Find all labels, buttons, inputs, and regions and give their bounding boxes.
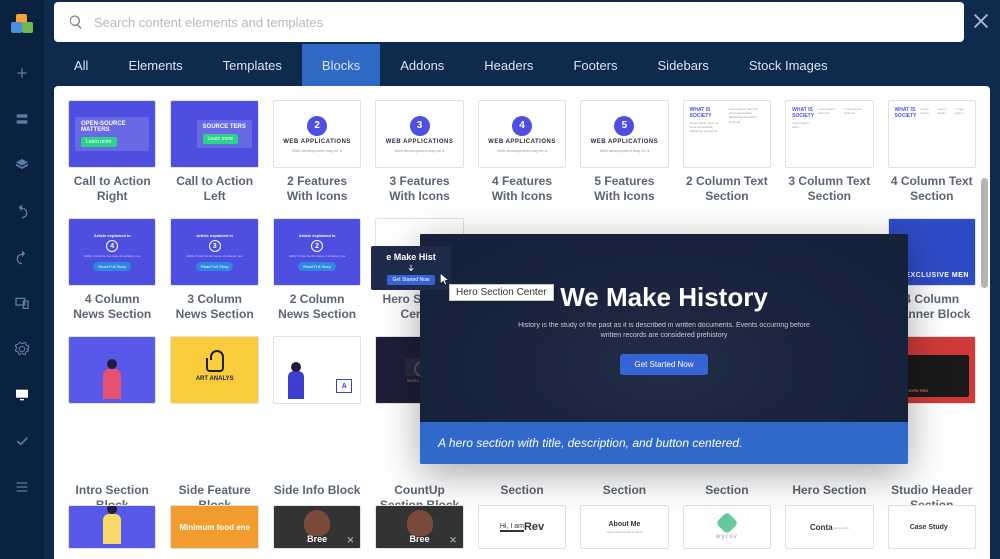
block-thumbnail: SOURCE TERSLearn more xyxy=(170,100,258,168)
block-card[interactable]: A xyxy=(273,336,361,404)
close-icon[interactable] xyxy=(970,10,992,32)
block-thumbnail: 4WEB APPLICATIONSWeb development may be … xyxy=(478,100,566,168)
block-card[interactable]: SOURCE TERSLearn more Call to Action Lef… xyxy=(170,100,258,204)
block-thumbnail xyxy=(68,336,156,404)
block-label: 2 Column Text Section xyxy=(683,174,771,204)
preview-title: We Make History xyxy=(560,282,768,313)
undo-icon[interactable] xyxy=(13,202,31,220)
block-thumbnail[interactable]: wycov xyxy=(683,505,771,549)
block-thumbnail: 3WEB APPLICATIONSWeb development may be … xyxy=(375,100,463,168)
block-card[interactable]: WHAT IS SOCIETYLorem ipsum dolor sit ame… xyxy=(683,100,771,204)
block-thumbnail[interactable]: Case Study xyxy=(888,505,976,549)
block-preview-popover: We Make History History is the study of … xyxy=(420,234,908,464)
block-thumbnail: ART ANALYS xyxy=(170,336,258,404)
search-icon xyxy=(68,14,84,30)
row-layout-icon[interactable] xyxy=(13,110,31,128)
preview-description: History is the study of the past as it i… xyxy=(514,321,814,342)
menu-icon[interactable] xyxy=(13,478,31,496)
block-thumbnail[interactable]: Bree✕ xyxy=(375,505,463,549)
tab-stock-images[interactable]: Stock Images xyxy=(729,44,848,86)
settings-icon[interactable] xyxy=(13,340,31,358)
block-label: Call to Action Left xyxy=(170,174,258,204)
block-thumbnail[interactable]: Bree✕ xyxy=(273,505,361,549)
search-input[interactable] xyxy=(94,15,950,30)
block-label: 2 Column News Section xyxy=(273,292,361,322)
block-card[interactable]: ART ANALYS xyxy=(170,336,258,404)
block-card[interactable]: Article explained in2ability. It may be … xyxy=(273,218,361,322)
block-card[interactable] xyxy=(68,336,156,404)
preview-caption: A hero section with title, description, … xyxy=(420,422,908,464)
preview-cta-button: Get Started Now xyxy=(620,354,707,375)
tab-elements[interactable]: Elements xyxy=(108,44,202,86)
block-card[interactable]: 2WEB APPLICATIONSWeb development may be … xyxy=(273,100,361,204)
main-panel: All Elements Templates Blocks Addons Hea… xyxy=(44,0,1000,559)
block-card[interactable]: 4WEB APPLICATIONSWeb development may be … xyxy=(478,100,566,204)
tab-all[interactable]: All xyxy=(54,44,108,86)
tab-addons[interactable]: Addons xyxy=(380,44,464,86)
tab-blocks[interactable]: Blocks xyxy=(302,44,380,86)
block-thumbnail: 5WEB APPLICATIONSWeb development may be … xyxy=(580,100,668,168)
block-card[interactable]: Article explained in4ability. It may be … xyxy=(68,218,156,322)
block-label: 4 Features With Icons xyxy=(478,174,566,204)
block-label: 3 Features With Icons xyxy=(375,174,463,204)
tab-headers[interactable]: Headers xyxy=(464,44,553,86)
block-thumbnail: 2WEB APPLICATIONSWeb development may be … xyxy=(273,100,361,168)
desktop-icon[interactable] xyxy=(13,386,31,404)
block-card[interactable]: WHAT IS SOCIETYLorem ipsum dolor.Lorem i… xyxy=(785,100,873,204)
block-thumbnail: OPEN-SOURCE MATTERSLearn more xyxy=(68,100,156,168)
block-label: 4 Column Text Section xyxy=(888,174,976,204)
devices-icon[interactable] xyxy=(13,294,31,312)
tab-sidebars[interactable]: Sidebars xyxy=(638,44,729,86)
block-card[interactable]: 3WEB APPLICATIONSWeb development may be … xyxy=(375,100,463,204)
add-icon[interactable] xyxy=(13,64,31,82)
block-label: 3 Column News Section xyxy=(170,292,258,322)
block-thumbnail: WHAT IS SOCIETYLorem ipsum dolor.Lorem i… xyxy=(785,100,873,168)
app-logo xyxy=(11,14,33,36)
redo-icon[interactable] xyxy=(13,248,31,266)
block-label: 5 Features With Icons xyxy=(580,174,668,204)
scrollbar[interactable] xyxy=(981,178,988,288)
row4: Minimum food ene Bree✕ Bree✕ Hi, I amRev… xyxy=(68,505,976,549)
block-label: Call to Action Right xyxy=(68,174,156,204)
tab-footers[interactable]: Footers xyxy=(553,44,637,86)
preview-hero: We Make History History is the study of … xyxy=(420,234,908,422)
block-thumbnail: WHAT IS SOCIETYLorem ipsum dolor sit ame… xyxy=(683,100,771,168)
block-label: 3 Column Text Section xyxy=(785,174,873,204)
block-thumbnail[interactable] xyxy=(68,505,156,549)
layers-icon[interactable] xyxy=(13,156,31,174)
check-icon[interactable] xyxy=(13,432,31,450)
block-thumbnail[interactable]: Hi, I amRev xyxy=(478,505,566,549)
block-label: 4 Column News Section xyxy=(68,292,156,322)
block-card[interactable]: WHAT IS SOCIETYLorem ipsum.Lorem ipsum.L… xyxy=(888,100,976,204)
block-thumbnail[interactable]: About MeLorem ipsum dolor sit amet xyxy=(580,505,668,549)
block-label: 2 Features With Icons xyxy=(273,174,361,204)
block-thumbnail: Article explained in3ability. It may be … xyxy=(170,218,258,286)
block-thumbnail: Article explained in2ability. It may be … xyxy=(273,218,361,286)
left-sidebar xyxy=(0,0,44,559)
block-thumbnail[interactable]: ContaGet in touch xyxy=(785,505,873,549)
category-tabs: All Elements Templates Blocks Addons Hea… xyxy=(44,44,1000,86)
hover-tooltip: Hero Section Center xyxy=(449,284,554,301)
content-area: OPEN-SOURCE MATTERSLearn more Call to Ac… xyxy=(54,86,990,559)
search-bar xyxy=(54,2,964,42)
block-thumbnail: WHAT IS SOCIETYLorem ipsum.Lorem ipsum.L… xyxy=(888,100,976,168)
block-card[interactable]: Article explained in3ability. It may be … xyxy=(170,218,258,322)
block-thumbnail: Article explained in4ability. It may be … xyxy=(68,218,156,286)
block-card[interactable]: 5WEB APPLICATIONSWeb development may be … xyxy=(580,100,668,204)
block-thumbnail[interactable]: Minimum food ene xyxy=(170,505,258,549)
block-thumbnail: A xyxy=(273,336,361,404)
block-card[interactable]: OPEN-SOURCE MATTERSLearn more Call to Ac… xyxy=(68,100,156,204)
tab-templates[interactable]: Templates xyxy=(203,44,302,86)
